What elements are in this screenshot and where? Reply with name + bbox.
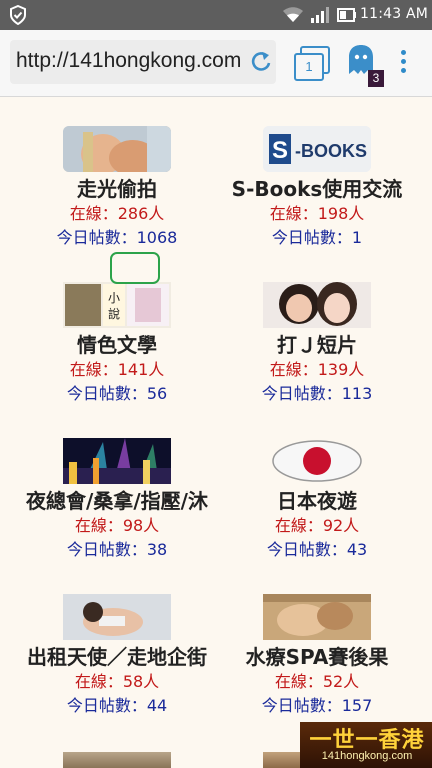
forum-thumbnail[interactable] (263, 282, 371, 328)
reload-icon[interactable] (250, 50, 272, 74)
online-count: 在線：58人 (74, 672, 160, 691)
today-posts: 今日帖數：44 (66, 696, 168, 715)
japan-flag-icon (263, 438, 371, 484)
forum-thumbnail[interactable]: S -BOOKS (263, 126, 371, 172)
svg-text:S: S (272, 137, 288, 164)
online-count: 在線：92人 (274, 516, 360, 535)
ghost-button[interactable]: 3 (344, 44, 384, 88)
photo-thumb (263, 282, 371, 328)
battery-icon (337, 8, 356, 22)
forum-thumbnail[interactable] (263, 438, 371, 484)
forum-title[interactable]: S-Books使用交流 (192, 173, 432, 201)
highlight-circle (110, 252, 160, 284)
url-text[interactable]: http://141hongkong.com (16, 49, 242, 73)
clock: 11:43 AM (360, 6, 429, 22)
today-posts: 今日帖數：56 (66, 384, 168, 403)
online-count: 在線：52人 (274, 672, 360, 691)
svg-text:-BOOKS: -BOOKS (295, 141, 367, 161)
address-bar[interactable]: http://141hongkong.com (10, 40, 276, 84)
forum-thumbnail[interactable] (63, 438, 171, 484)
forum-grid: 走光偷拍 在線：286人 今日帖數：1068 S -BOOKS S-Books使… (0, 97, 432, 768)
status-bar: 11:43 AM (0, 0, 432, 30)
photo-thumb (63, 594, 171, 640)
today-posts: 今日帖數：113 (261, 384, 373, 403)
ghost-badge: 3 (368, 70, 384, 87)
online-count: 在線：286人 (69, 204, 165, 223)
today-posts: 今日帖數：157 (261, 696, 373, 715)
forum-title[interactable]: 日本夜遊 (192, 485, 432, 513)
online-count: 在線：141人 (69, 360, 165, 379)
site-watermark: 一世一香港 141hongkong.com (300, 722, 432, 768)
forum-title[interactable]: 打Ｊ短片 (192, 329, 432, 357)
overflow-menu-icon[interactable] (398, 50, 408, 78)
watermark-sub: 141hongkong.com (321, 750, 413, 762)
signal-icon (311, 7, 329, 23)
tab-switcher-button[interactable]: 1 (292, 46, 330, 82)
forum-title[interactable]: 水療SPA賽後果 (192, 641, 432, 669)
svg-text:說: 說 (108, 306, 120, 321)
online-count: 在線：139人 (269, 360, 365, 379)
tab-count: 1 (294, 53, 324, 81)
browser-toolbar: http://141hongkong.com 1 3 (0, 30, 432, 97)
forum-thumbnail[interactable] (263, 594, 371, 640)
forum-thumbnail[interactable] (63, 126, 171, 172)
online-count: 在線：98人 (74, 516, 160, 535)
forum-thumbnail[interactable] (63, 752, 171, 768)
novel-covers-thumb: 小 說 (63, 282, 171, 328)
today-posts: 今日帖數：1068 (56, 228, 178, 247)
forum-thumbnail[interactable]: 小 說 (63, 282, 171, 328)
city-night-thumb (63, 438, 171, 484)
today-posts: 今日帖數：38 (66, 540, 168, 559)
forum-thumbnail[interactable] (63, 594, 171, 640)
shield-icon (10, 5, 26, 25)
svg-text:小: 小 (108, 291, 120, 305)
today-posts: 今日帖數：43 (266, 540, 368, 559)
photo-thumb (63, 126, 171, 172)
today-posts: 今日帖數：1 (271, 228, 363, 247)
wifi-icon (283, 7, 303, 22)
photo-thumb (263, 594, 371, 640)
online-count: 在線：198人 (269, 204, 365, 223)
s-books-logo: S -BOOKS (263, 126, 371, 172)
